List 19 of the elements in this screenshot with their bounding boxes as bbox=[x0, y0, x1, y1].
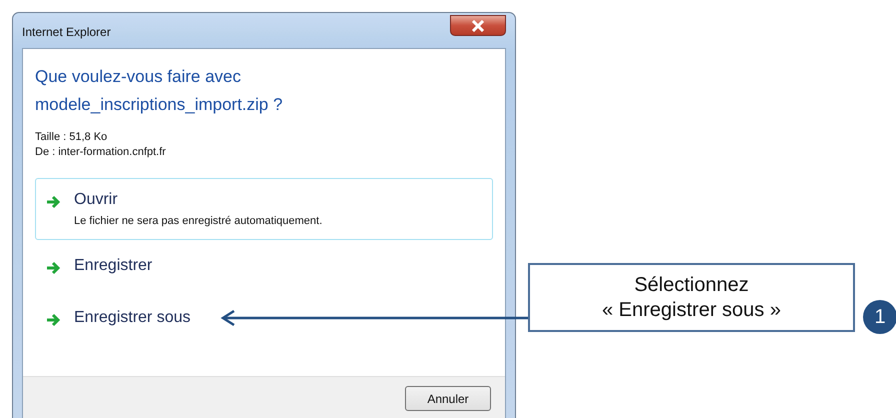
arrow-icon bbox=[46, 261, 62, 275]
dialog-question: Que voulez-vous faire avec modele_inscriptions_import.zip ? bbox=[35, 66, 284, 116]
window-title: Internet Explorer bbox=[22, 24, 111, 38]
close-icon bbox=[471, 20, 485, 32]
download-option[interactable]: Ouvrir Le fichier ne sera pas enregistré automatiquement. bbox=[35, 178, 493, 240]
file-detail: Taille : 51,8 Ko bbox=[35, 131, 108, 143]
step-number: 1 bbox=[863, 300, 896, 334]
close-button[interactable] bbox=[450, 15, 506, 36]
option-label: Ouvrir bbox=[74, 191, 119, 209]
cancel-button[interactable]: Annuler bbox=[405, 386, 491, 411]
callout-text: Sélectionnez « Enregistrer sous » bbox=[528, 263, 855, 332]
option-description: Le fichier ne sera pas enregistré automatiquement. bbox=[74, 215, 322, 227]
download-option[interactable]: Enregistrer sous bbox=[35, 296, 493, 344]
file-detail: De : inter-formation.cnfpt.fr bbox=[35, 146, 167, 158]
arrow-icon bbox=[46, 195, 62, 209]
option-label: Enregistrer sous bbox=[74, 309, 190, 327]
arrow-icon bbox=[46, 313, 62, 327]
download-option[interactable]: Enregistrer bbox=[35, 244, 493, 292]
option-label: Enregistrer bbox=[74, 257, 152, 275]
